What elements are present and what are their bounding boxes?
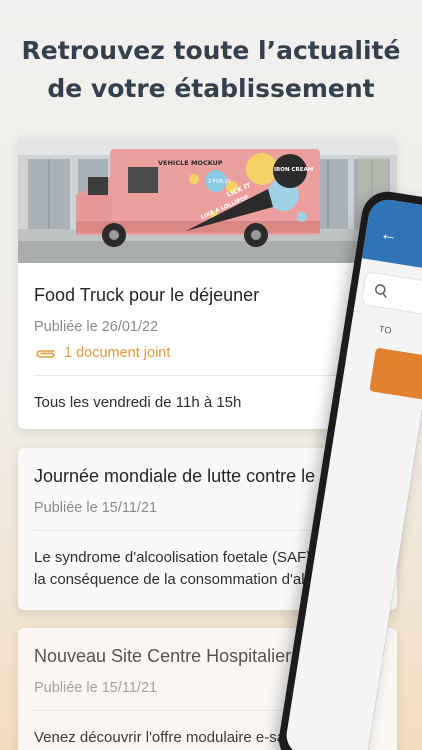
phone-tab-label: TO — [378, 323, 393, 336]
phone-search-field — [360, 271, 422, 319]
food-truck-image: VEHICLE MOCKUP 2 FOR $5 IRON CREAM LICK … — [18, 137, 397, 263]
paperclip-icon — [36, 350, 55, 358]
headline-line-2: de votre établissement — [47, 74, 375, 103]
page-headline: Retrouvez toute l’actualité de votre éta… — [0, 32, 422, 108]
news-card-date: Publiée le 26/01/22 — [34, 319, 159, 335]
truck-vehicle-text: VEHICLE MOCKUP — [158, 159, 223, 167]
phone-orange-tile — [369, 347, 422, 401]
headline-line-1: Retrouvez toute l’actualité — [21, 36, 401, 65]
back-arrow-icon: ← — [378, 222, 400, 246]
news-card-image: VEHICLE MOCKUP 2 FOR $5 IRON CREAM LICK … — [18, 137, 397, 263]
truck-badge-text: 2 FOR $5 — [208, 179, 231, 185]
search-icon — [375, 284, 387, 298]
attachment-link[interactable]: 1 document joint — [34, 345, 381, 361]
phone-app-bar: ← — [361, 196, 422, 272]
attachment-label: 1 document joint — [64, 345, 171, 361]
news-card-title: Food Truck pour le déjeuner — [34, 285, 260, 305]
truck-brand-text: IRON CREAM — [274, 167, 313, 173]
news-card-description: Tous les vendredi de 11h à 15h — [34, 394, 242, 411]
card-divider — [34, 375, 381, 376]
